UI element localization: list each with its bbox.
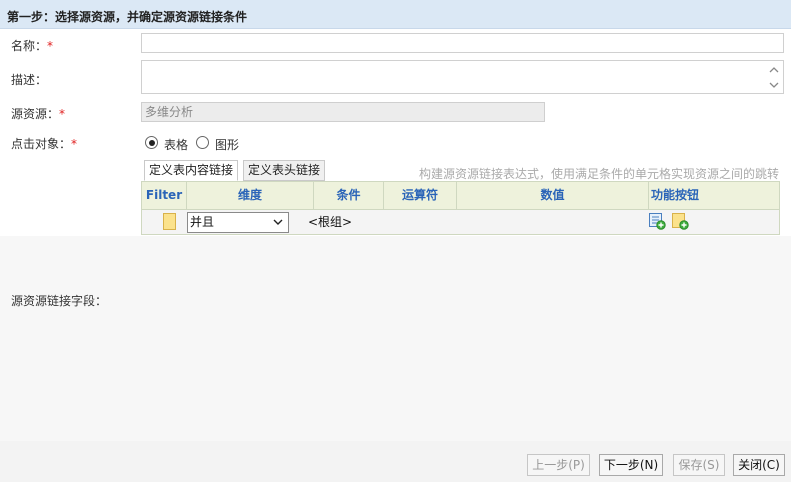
add-condition-icon[interactable] (649, 213, 666, 230)
step-header: 第一步：选择源资源，并确定源资源链接条件 (0, 0, 791, 29)
radio-table-label: 表格 (164, 138, 189, 152)
step-title: 第一步：选择源资源，并确定源资源链接条件 (7, 10, 248, 24)
next-button[interactable]: 下一步(N) (599, 454, 663, 476)
footer-bar: 上一步(P) 下一步(N) 保存(S) 关闭(C) (0, 441, 791, 482)
click-object-label: 点击对象：* (11, 137, 78, 151)
save-button[interactable]: 保存(S) (673, 454, 725, 476)
radio-table[interactable] (145, 136, 158, 149)
source-field: 多维分析 (141, 102, 545, 122)
col-dimension: 维度 (187, 182, 314, 209)
grid-header: Filter 维度 条件 运算符 数值 功能按钮 (142, 182, 779, 210)
radio-chart-label: 图形 (215, 138, 240, 152)
scroll-up-icon[interactable] (768, 64, 780, 76)
col-value: 数值 (457, 182, 649, 209)
add-group-icon[interactable] (672, 213, 689, 230)
source-label: 源资源：* (11, 107, 66, 121)
close-button[interactable]: 关闭(C) (733, 454, 785, 476)
chevron-down-icon (273, 219, 283, 225)
radio-chart[interactable] (196, 136, 209, 149)
col-operator: 运算符 (384, 182, 457, 209)
col-actions: 功能按钮 (651, 188, 700, 202)
link-fields-area (0, 236, 791, 441)
scroll-down-icon[interactable] (768, 79, 780, 91)
table-row: 并且 <根组> (142, 210, 779, 234)
condition-grid: Filter 维度 条件 运算符 数值 功能按钮 并且 <根组> (141, 181, 780, 235)
prev-button[interactable]: 上一步(P) (527, 454, 590, 476)
tab-header-link[interactable]: 定义表头链接 (243, 160, 326, 181)
col-filter: Filter (142, 182, 187, 209)
description-textarea[interactable] (141, 60, 784, 94)
name-input[interactable] (141, 33, 784, 53)
root-group-label: <根组> (308, 215, 353, 229)
link-fields-label: 源资源链接字段： (11, 294, 108, 308)
col-condition: 条件 (314, 182, 384, 209)
description-label: 描述： (11, 73, 48, 87)
logic-select[interactable]: 并且 (187, 212, 289, 233)
name-label: 名称：* (11, 39, 54, 53)
folder-icon (163, 213, 176, 230)
hint-text: 构建源资源链接表达式，使用满足条件的单元格实现资源之间的跳转 (418, 167, 779, 181)
textarea-scrollbar[interactable] (767, 63, 781, 91)
tab-content-link[interactable]: 定义表内容链接 (144, 160, 239, 181)
